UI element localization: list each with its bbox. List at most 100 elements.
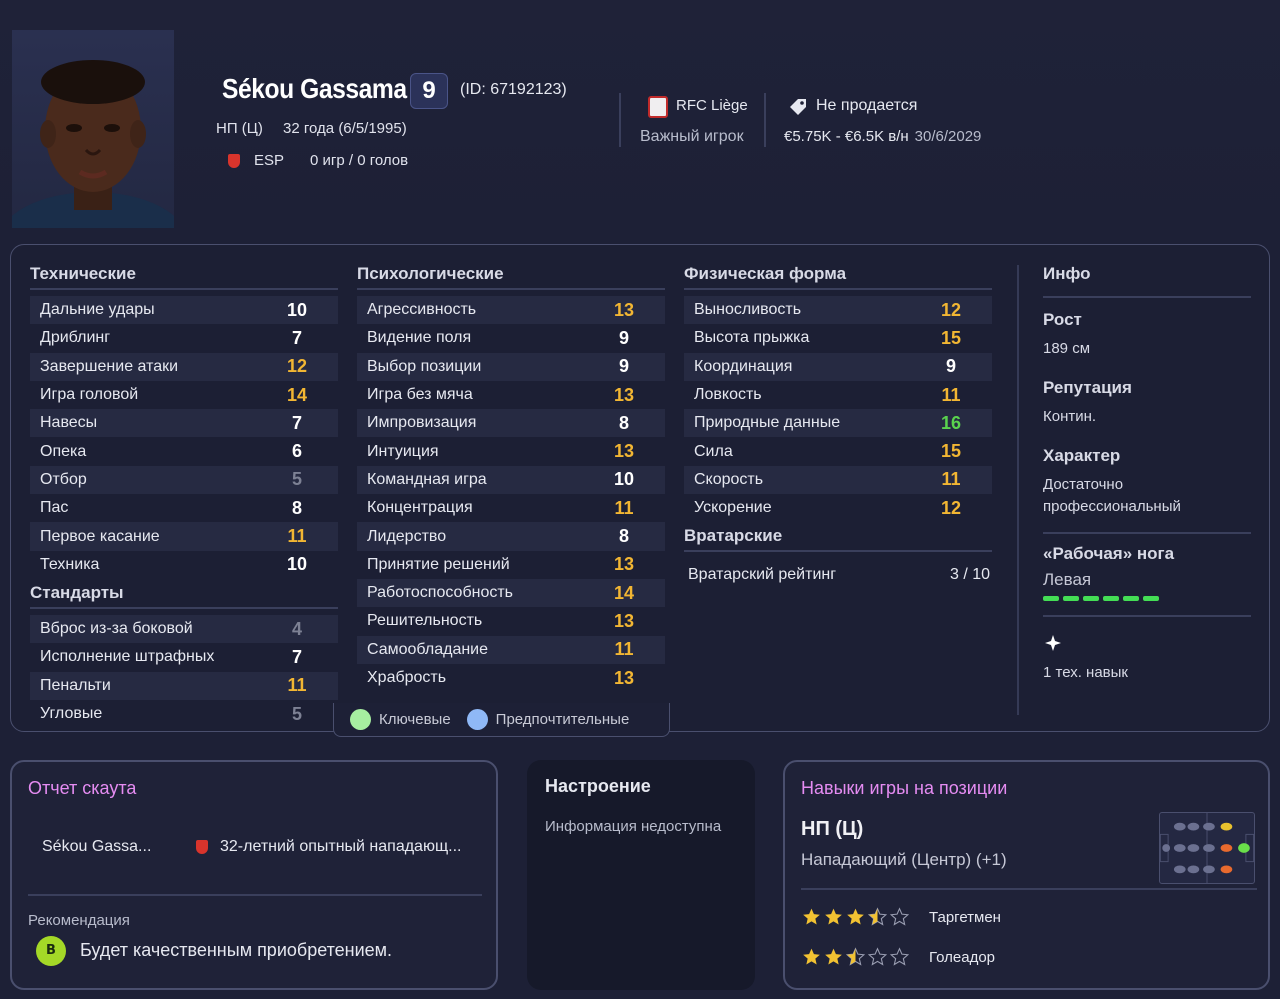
attribute-row[interactable]: Работоспособность 14 (357, 578, 665, 608)
attribute-row[interactable]: Вброс из-за боковой 4 (30, 614, 338, 644)
mood-text: Информация недоступна (545, 818, 722, 835)
attribute-label: Навесы (40, 414, 98, 432)
scout-report-card[interactable]: Отчет скаута Sékou Gassa... 32-летний оп… (10, 760, 498, 990)
attribute-row[interactable]: Сила 15 (684, 437, 992, 465)
attribute-row[interactable]: Отбор 5 (30, 465, 338, 495)
attribute-label: Выбор позиции (367, 357, 482, 375)
wage-range: €5.75K - €6.5K в/н (784, 128, 909, 145)
attribute-label: Импровизация (367, 414, 477, 432)
attribute-value: 12 (940, 497, 962, 518)
attribute-row[interactable]: Игра без мяча 13 (357, 381, 665, 409)
attribute-label: Координация (694, 357, 793, 375)
attribute-row[interactable]: Решительность 13 (357, 607, 665, 635)
attribute-label: Первое касание (40, 527, 160, 545)
attribute-row[interactable]: Пенальти 11 (30, 671, 338, 700)
attribute-value: 10 (286, 299, 308, 320)
technical-title: Технические (30, 264, 338, 290)
attribute-row[interactable]: Первое касание 11 (30, 522, 338, 551)
attribute-row[interactable]: Ловкость 11 (684, 381, 992, 409)
skills-count[interactable]: 1 тех. навык (1043, 664, 1251, 681)
attribute-row[interactable]: Импровизация 8 (357, 409, 665, 438)
attribute-row[interactable]: Выносливость 12 (684, 296, 992, 325)
club-name[interactable]: RFC Liège (676, 97, 748, 114)
attribute-row[interactable]: Исполнение штрафных 7 (30, 643, 338, 671)
roles-title[interactable]: Навыки игры на позиции (801, 778, 1007, 799)
attribute-row[interactable]: Угловые 5 (30, 700, 338, 728)
position-age: НП (Ц) 32 года (6/5/1995) (216, 120, 423, 137)
star-full-icon (803, 908, 820, 925)
key-attribute-dot[interactable] (350, 709, 371, 730)
attribute-row[interactable]: Видение поля 9 (357, 324, 665, 352)
attribute-row[interactable]: Природные данные 16 (684, 409, 992, 438)
attribute-value: 11 (287, 675, 307, 696)
header-divider (764, 93, 766, 147)
attribute-value: 13 (613, 384, 635, 405)
attribute-row[interactable]: Выбор позиции 9 (357, 352, 665, 381)
recommendation-text: Будет качественным приобретением. (80, 940, 393, 960)
scout-report-title[interactable]: Отчет скаута (28, 778, 136, 799)
info-divider (1017, 265, 1019, 715)
attribute-label: Решительность (367, 612, 483, 630)
position-pitch-map (1159, 812, 1255, 884)
attribute-row[interactable]: Опека 6 (30, 437, 338, 465)
attribute-row[interactable]: Координация 9 (684, 352, 992, 381)
role-row[interactable]: Таргетмен (801, 904, 1001, 930)
attribute-row[interactable]: Высота прыжка 15 (684, 324, 992, 352)
role-position-code: НП (Ц) (801, 818, 864, 840)
attribute-label: Техника (40, 555, 100, 573)
physical-title: Физическая форма (684, 264, 992, 290)
shirt-number-badge: 9 (410, 73, 448, 109)
preferred-attribute-dot[interactable] (466, 709, 488, 730)
attribute-value: 12 (286, 356, 308, 377)
attribute-label: Выносливость (694, 301, 802, 319)
nationality-row: ESP 0 игр / 0 голов (228, 152, 408, 169)
attribute-value: 7 (291, 646, 302, 667)
scout-separator (28, 894, 482, 896)
attribute-label: Видение поля (367, 329, 472, 347)
attribute-row[interactable]: Принятие решений 13 (357, 551, 665, 579)
mood-title: Настроение (545, 776, 651, 796)
attribute-label: Агрессивность (367, 301, 477, 319)
attribute-row[interactable]: Скорость 11 (684, 465, 992, 495)
attribute-row[interactable]: Командная игра 10 (357, 465, 665, 495)
goalkeeper-rating-label: Вратарский рейтинг (688, 566, 837, 584)
player-position: НП (Ц) (216, 120, 263, 137)
attribute-label: Игра головой (40, 386, 139, 404)
scout-description: 32-летний опытный нападающ... (196, 838, 461, 856)
attribute-row[interactable]: Самообладание 11 (357, 635, 665, 664)
attribute-row[interactable]: Техника 10 (30, 551, 338, 579)
attribute-row[interactable]: Концентрация 11 (357, 494, 665, 522)
attribute-row[interactable]: Дриблинг 7 (30, 324, 338, 352)
nation-code[interactable]: ESP (254, 152, 284, 169)
attribute-row[interactable]: Интуиция 13 (357, 437, 665, 465)
attribute-label: Храбрость (367, 669, 447, 686)
position-roles-card[interactable]: Навыки игры на позиции НП (Ц) Нападающий… (783, 760, 1270, 990)
foot-strength-bar (1043, 596, 1251, 601)
personality-value: Достаточно профессиональный (1043, 476, 1181, 515)
star-full-icon (825, 908, 842, 925)
attribute-value: 15 (940, 327, 962, 348)
attribute-row[interactable]: Завершение атаки 12 (30, 352, 338, 381)
attribute-value: 10 (286, 554, 308, 575)
info-separator (1043, 532, 1251, 534)
attribute-row[interactable]: Агрессивность 13 (357, 296, 665, 325)
role-row[interactable]: Голеадор (801, 944, 995, 970)
scout-summary: 32-летний опытный нападающ... (220, 838, 462, 855)
role-stars (801, 947, 911, 967)
star-empty-icon (889, 947, 910, 966)
attribute-row[interactable]: Игра головой 14 (30, 381, 338, 409)
attribute-row[interactable]: Храбрость 13 (357, 664, 665, 692)
attribute-row[interactable]: Навесы 7 (30, 409, 338, 438)
attribute-row[interactable]: Лидерство 8 (357, 522, 665, 551)
attribute-label: Самообладание (367, 640, 489, 658)
attribute-row[interactable]: Ускорение 12 (684, 494, 992, 522)
attribute-value: 11 (614, 639, 634, 660)
attribute-label: Игра без мяча (367, 386, 473, 404)
attribute-row[interactable]: Пас 8 (30, 494, 338, 522)
attribute-label: Скорость (694, 470, 764, 488)
attribute-value: 15 (940, 441, 962, 462)
attribute-row[interactable]: Дальние удары 10 (30, 296, 338, 325)
attribute-value: 14 (286, 384, 308, 405)
attribute-value: 8 (618, 526, 629, 547)
technical-column: Технические Дальние удары 10 Дриблинг 7 Заве… (30, 264, 338, 728)
